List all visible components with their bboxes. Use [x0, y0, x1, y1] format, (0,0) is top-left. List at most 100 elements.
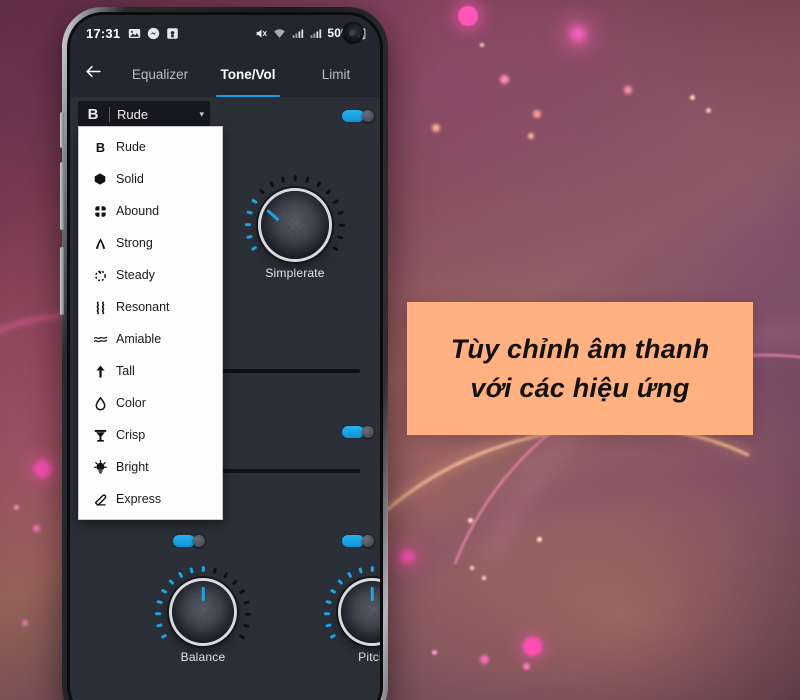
dropdown-item-label: Bright [116, 460, 149, 474]
dropdown-item-resonant[interactable]: Resonant [79, 291, 222, 323]
dropdown-item-rude[interactable]: B Rude [79, 131, 222, 163]
dropdown-item-express[interactable]: Express [79, 483, 222, 515]
knob-tick [156, 623, 163, 628]
toggle-middle[interactable] [341, 425, 375, 439]
phone-volume-up-button[interactable] [60, 162, 64, 230]
knob-pitch: Pitch [319, 565, 380, 664]
status-bar: 17:31 50% [70, 15, 380, 51]
knob-tick [337, 235, 344, 240]
knob-tick [337, 210, 344, 215]
knob-tick [189, 567, 194, 574]
knob-balance: Balance [150, 565, 256, 664]
back-button[interactable] [70, 51, 116, 97]
knob-texture [267, 197, 323, 253]
knob-dial-simplerate[interactable] [261, 191, 329, 259]
knob-tick [370, 566, 374, 572]
preset-spinner-value: Rude [117, 106, 149, 122]
tabs: Equalizer Tone/Vol Limit [116, 51, 380, 97]
peak-icon [87, 236, 113, 251]
dropdown-item-bright[interactable]: Bright [79, 451, 222, 483]
dashed-circle-icon [87, 268, 113, 283]
promo-banner-line-1: Tùy chỉnh âm thanh [450, 334, 710, 365]
knob-tick [324, 612, 330, 616]
knob-tick [293, 175, 297, 181]
knob-pointer [201, 587, 205, 601]
knob-tick [329, 588, 337, 595]
dropdown-item-label: Strong [116, 236, 153, 250]
dropdown-item-abound[interactable]: Abound [79, 195, 222, 227]
messenger-icon [147, 27, 160, 40]
knob-tick [258, 188, 265, 195]
promo-banner-line-2: với các hiệu ứng [470, 372, 690, 403]
dropdown-item-amiable[interactable]: Amiable [79, 323, 222, 355]
knob-tick [315, 181, 322, 188]
droplet-icon [87, 396, 113, 411]
chevron-down-icon: ▾ [199, 108, 204, 119]
dropdown-item-solid[interactable]: Solid [79, 163, 222, 195]
promo-banner: Tùy chỉnh âm thanh với các hiệu ứng [407, 302, 753, 435]
gallery-icon [128, 27, 141, 40]
dropdown-item-label: Tall [116, 364, 135, 378]
dropdown-item-steady[interactable]: Steady [79, 259, 222, 291]
section-divider-1 [212, 369, 360, 373]
back-arrow-icon [84, 62, 103, 86]
double-wave-icon [87, 300, 113, 315]
preset-spinner[interactable]: B Rude ▾ [78, 101, 210, 127]
dropdown-item-crisp[interactable]: Crisp [79, 419, 222, 451]
tab-limit[interactable]: Limit [292, 51, 380, 97]
mute-icon [255, 27, 268, 40]
dropdown-item-label: Abound [116, 204, 160, 218]
knob-tick [222, 571, 229, 579]
dropdown-item-label: Steady [116, 268, 155, 282]
knob-tick [251, 198, 258, 205]
dropdown-item-label: Crisp [116, 428, 146, 442]
signal-icon-1 [291, 27, 304, 40]
section-divider-2 [212, 469, 360, 473]
tab-tone-vol[interactable]: Tone/Vol [204, 51, 292, 97]
dropdown-item-tall[interactable]: Tall [79, 355, 222, 387]
knob-label-simplerate: Simplerate [265, 266, 325, 280]
front-camera-punchhole [342, 22, 364, 44]
knob-tick [280, 176, 285, 183]
knob-tick [332, 198, 339, 205]
knob-tick [238, 588, 246, 595]
knob-dial-balance[interactable] [172, 581, 234, 643]
toggle-simplerate[interactable] [341, 109, 375, 123]
hexagon-icon [87, 172, 113, 186]
knob-tick [251, 245, 258, 252]
dropdown-item-label: Express [116, 492, 162, 506]
knob-tick [346, 571, 353, 579]
funnel-icon [87, 428, 113, 443]
dropdown-item-strong[interactable]: Strong [79, 227, 222, 259]
dropdown-item-label: Amiable [116, 332, 162, 346]
toggle-pitch[interactable] [341, 534, 375, 548]
knob-tick [246, 235, 253, 240]
spinner-divider [109, 106, 110, 122]
knob-tick [332, 245, 339, 252]
signal-icon-2 [309, 27, 322, 40]
status-left-icons [128, 27, 179, 40]
bold-b-icon: B [87, 105, 99, 123]
knob-dial-pitch[interactable] [341, 581, 380, 643]
knob-tick [160, 588, 168, 595]
pencil-icon [87, 492, 113, 507]
knob-tick [246, 210, 253, 215]
four-dots-icon [87, 204, 113, 219]
knob-tick [238, 633, 246, 640]
knob-tick [339, 223, 345, 227]
dropdown-item-color[interactable]: Color [79, 387, 222, 419]
knob-tick [231, 579, 238, 586]
phone-side-button[interactable] [60, 112, 64, 148]
phone-volume-down-button[interactable] [60, 247, 64, 315]
toggle-balance[interactable] [172, 534, 206, 548]
knob-tick [325, 600, 332, 605]
tab-equalizer[interactable]: Equalizer [116, 51, 204, 97]
tab-bar: Equalizer Tone/Vol Limit [70, 51, 380, 97]
knob-tick [212, 567, 217, 574]
dropdown-item-label: Resonant [116, 300, 170, 314]
knob-tick [305, 176, 310, 183]
bold-b-icon: B [87, 140, 113, 155]
status-clock: 17:31 [86, 25, 121, 41]
tone-vol-panel: Simplerate Balance Pitc B Rude ▾ B Rude … [70, 97, 380, 700]
preset-dropdown-menu[interactable]: B Rude Solid Abound Strong Steady Resonant Amia… [78, 126, 223, 520]
